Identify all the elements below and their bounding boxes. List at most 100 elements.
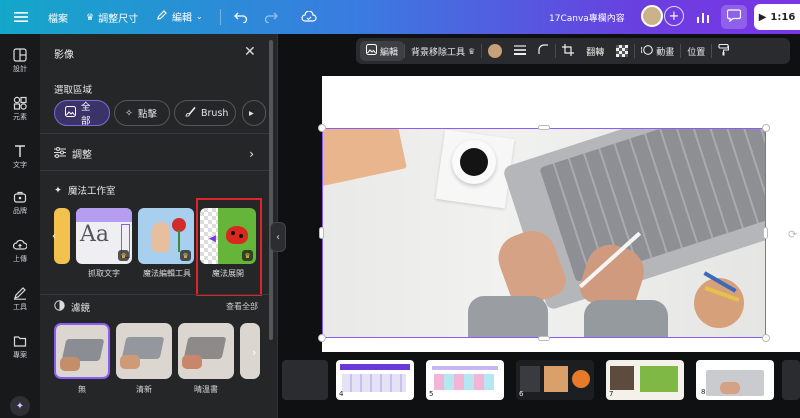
animate-icon — [640, 44, 654, 59]
select-area-label: 選取區域 — [54, 85, 93, 96]
rail-item-brand[interactable]: 品牌 — [0, 190, 40, 216]
panel-scrollbar[interactable] — [269, 40, 273, 340]
position-button[interactable]: 位置 — [681, 38, 711, 64]
edit-mode-button[interactable]: 編輯 ⌄ — [156, 9, 203, 24]
carousel-prev-icon[interactable]: ‹ — [52, 231, 56, 242]
animate-button[interactable]: 動畫 — [635, 38, 680, 64]
rail-item-projects[interactable]: 專案 — [0, 334, 40, 360]
file-menu[interactable]: 檔案 — [48, 10, 68, 25]
cloud-upload-icon — [13, 239, 27, 250]
resize-handle-tr[interactable] — [762, 124, 770, 132]
see-all-link[interactable]: 查看全部 — [226, 301, 258, 312]
film-page-number: 7 — [609, 390, 614, 398]
magic-tool-partial-thumb[interactable] — [54, 208, 70, 264]
chevron-right-icon: › — [249, 146, 254, 161]
shapes-icon — [13, 96, 27, 110]
redo-icon[interactable] — [262, 8, 280, 26]
copy-style-button[interactable] — [712, 38, 735, 64]
chevron-left-icon: ‹ — [276, 231, 280, 243]
cloud-sync-icon[interactable] — [300, 8, 318, 26]
select-more-icon: ▸ — [249, 107, 254, 119]
collapse-panel-button[interactable]: ‹ — [270, 222, 286, 252]
image-icon — [65, 106, 76, 120]
resize-handle-tl[interactable] — [318, 124, 326, 132]
corner-radius-button[interactable] — [532, 38, 555, 64]
resize-handle-bl[interactable] — [318, 334, 326, 342]
undo-icon[interactable] — [232, 8, 250, 26]
rail-label-projects: 專案 — [13, 351, 27, 359]
plus-icon: + — [668, 8, 680, 24]
rail-item-text[interactable]: 文字 — [0, 144, 40, 170]
chevron-down-icon: ⌄ — [196, 12, 203, 21]
image-icon — [366, 44, 377, 58]
edit-image-button[interactable]: 編輯 — [360, 41, 405, 61]
present-button[interactable]: ▶ 1:16 — [754, 4, 800, 30]
adjust-label: 調整 — [72, 150, 92, 161]
film-page[interactable]: 5 — [426, 360, 504, 400]
folder-icon — [13, 336, 27, 347]
border-style-button[interactable] — [508, 38, 532, 64]
resize-handle-bottom[interactable] — [538, 336, 550, 341]
film-page-current[interactable]: 8 — [696, 360, 774, 400]
project-title[interactable]: 17Canva專欄內容 — [549, 11, 625, 24]
filter-warm-thumb[interactable] — [178, 323, 234, 379]
color-swatch — [488, 44, 503, 58]
rail-item-tools[interactable]: 工具 — [0, 286, 40, 312]
avatar[interactable] — [641, 5, 663, 27]
rail-item-design[interactable]: 設計 — [0, 48, 40, 74]
select-more-option[interactable]: ▸ — [242, 100, 266, 126]
film-page[interactable]: 4 — [336, 360, 414, 400]
adjust-row[interactable]: 調整 › — [54, 146, 254, 161]
rail-item-upload[interactable]: 上傳 — [0, 238, 40, 264]
flip-label: 翻轉 — [586, 47, 605, 58]
position-label: 位置 — [687, 47, 706, 58]
rail-label-elements: 元素 — [13, 113, 27, 121]
text-icon — [15, 145, 25, 157]
resize-handle-top[interactable] — [538, 125, 550, 130]
film-page-partial[interactable] — [782, 360, 800, 400]
rotate-icon[interactable]: ⟳ — [788, 228, 797, 241]
color-swatch-button[interactable] — [482, 38, 508, 64]
flip-button[interactable]: 翻轉 — [580, 38, 610, 64]
filter-none-thumb[interactable] — [54, 323, 110, 379]
filter-fresh-thumb[interactable] — [116, 323, 172, 379]
grab-text-thumb[interactable]: Aa ♛ — [76, 208, 132, 264]
resize-label: 調整尺寸 — [98, 14, 139, 25]
select-click-option[interactable]: ✧ 點擊 — [114, 100, 170, 126]
filter-partial-thumb[interactable] — [240, 323, 260, 379]
select-brush-option[interactable]: Brush — [174, 100, 236, 126]
comment-button[interactable] — [721, 5, 747, 29]
analytics-icon[interactable] — [694, 8, 712, 26]
hamburger-icon[interactable] — [12, 8, 30, 26]
resize-handle-left[interactable] — [319, 227, 324, 239]
crop-button[interactable] — [556, 38, 580, 64]
carousel-next-icon[interactable]: › — [252, 346, 256, 359]
paint-roller-icon — [718, 43, 730, 59]
panel-divider — [40, 294, 270, 295]
toolbar-divider — [220, 9, 221, 25]
rail-label-design: 設計 — [13, 65, 27, 73]
film-page-partial[interactable] — [282, 360, 328, 400]
comment-icon — [726, 9, 742, 25]
close-icon[interactable]: ✕ — [244, 44, 256, 60]
lines-icon — [514, 44, 527, 58]
filter-warm-label: 晴溫書 — [194, 385, 218, 394]
film-page[interactable]: 7 — [606, 360, 684, 400]
rail-label-text: 文字 — [13, 161, 27, 169]
bg-remove-button[interactable]: 背景移除工具 ♛ — [405, 38, 481, 64]
pro-crown-icon: ♛ — [118, 250, 129, 261]
add-collaborator-button[interactable]: + — [664, 6, 684, 26]
transparency-button[interactable] — [610, 38, 634, 64]
resize-button[interactable]: ♛ 調整尺寸 — [86, 10, 139, 26]
resize-handle-right[interactable] — [763, 227, 768, 239]
magic-edit-thumb[interactable]: ♛ — [138, 208, 194, 264]
select-all-label: 全部 — [81, 102, 91, 127]
film-page[interactable]: 6 — [516, 360, 594, 400]
select-all-option[interactable]: 全部 — [54, 100, 110, 127]
rail-item-elements[interactable]: 元素 — [0, 96, 40, 122]
workspace-photo[interactable] — [322, 128, 766, 338]
magic-sparkle-icon[interactable]: ✦ — [10, 396, 30, 416]
grab-text-label: 抓取文字 — [88, 269, 120, 278]
select-click-label: 點擊 — [137, 109, 157, 120]
resize-handle-br[interactable] — [762, 334, 770, 342]
